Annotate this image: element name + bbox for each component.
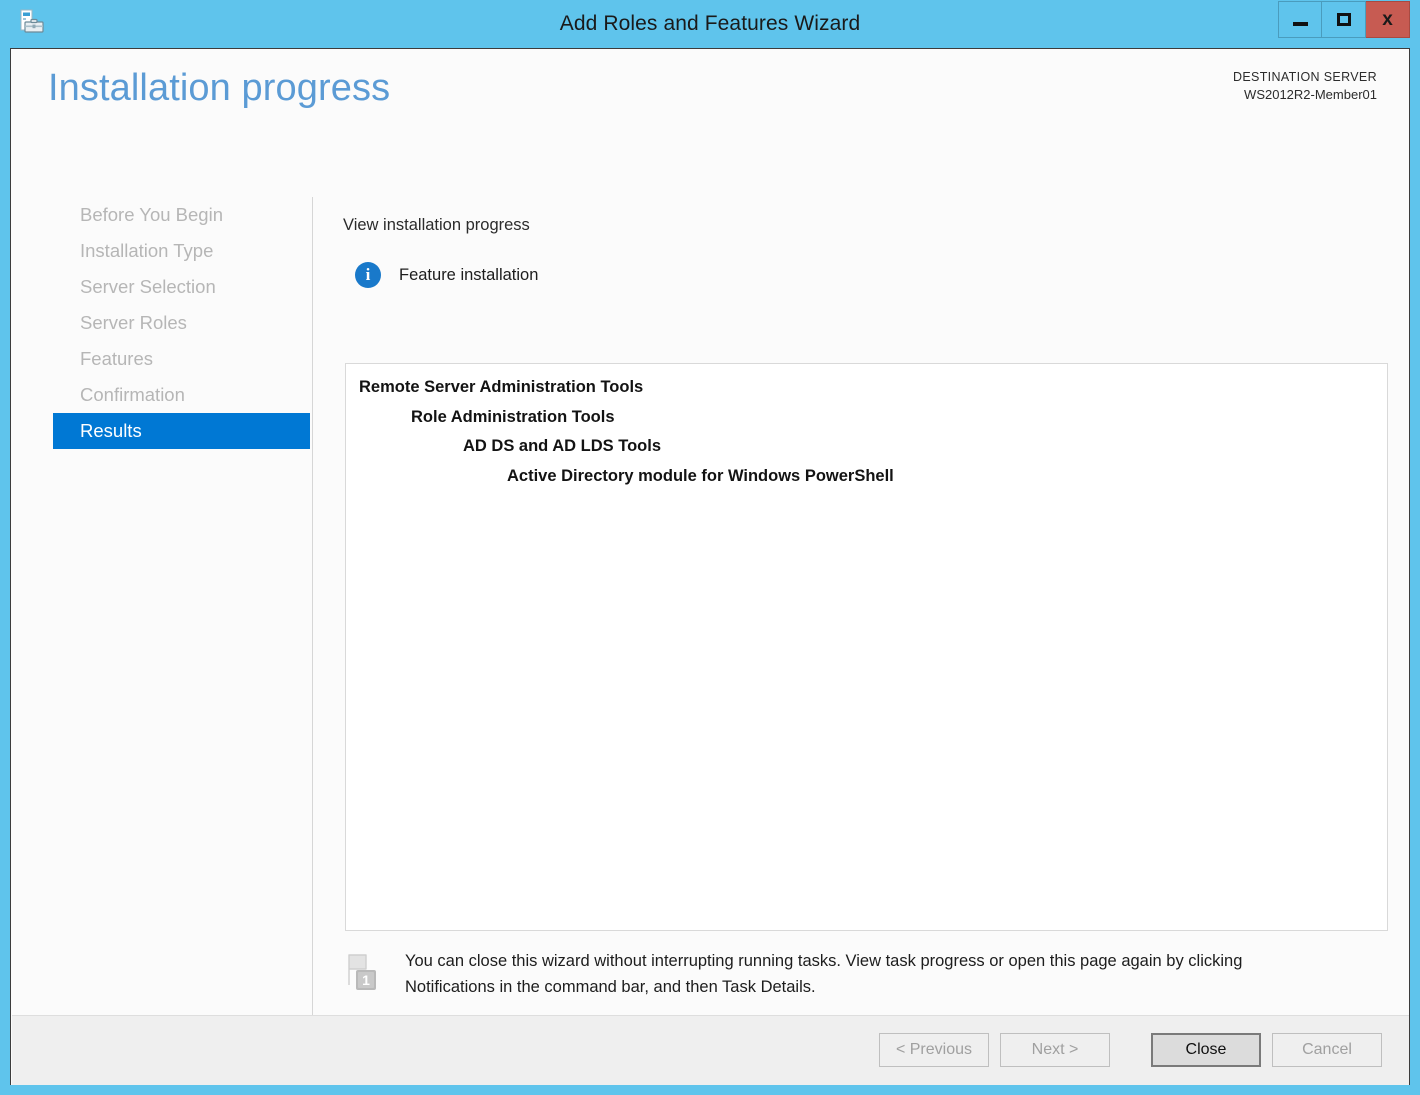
notification-flag-icon: 1 bbox=[345, 952, 379, 992]
svg-text:1: 1 bbox=[362, 972, 370, 988]
sidebar-item-before-you-begin[interactable]: Before You Begin bbox=[53, 197, 310, 233]
results-list-panel[interactable]: Remote Server Administration Tools Role … bbox=[345, 363, 1388, 931]
destination-server-block: DESTINATION SERVER WS2012R2-Member01 bbox=[1233, 68, 1377, 105]
close-icon: x bbox=[1382, 10, 1393, 29]
sidebar-item-label: Before You Begin bbox=[80, 204, 223, 226]
wizard-footer: < Previous Next > Close Cancel bbox=[12, 1015, 1410, 1085]
tree-item: AD DS and AD LDS Tools bbox=[463, 438, 1387, 455]
destination-server-name: WS2012R2-Member01 bbox=[1233, 86, 1377, 105]
wizard-sidebar: Before You Begin Installation Type Serve… bbox=[11, 137, 312, 1065]
minimize-icon bbox=[1293, 22, 1308, 26]
wizard-nav-list: Before You Begin Installation Type Serve… bbox=[11, 137, 312, 449]
close-wizard-button[interactable]: Close bbox=[1151, 1033, 1261, 1067]
sidebar-item-confirmation[interactable]: Confirmation bbox=[53, 377, 310, 413]
close-button[interactable]: x bbox=[1366, 1, 1410, 38]
tree-item: Active Directory module for Windows Powe… bbox=[507, 468, 1387, 485]
content-pane: View installation progress i Feature ins… bbox=[313, 137, 1409, 1065]
destination-server-label: DESTINATION SERVER bbox=[1233, 68, 1377, 86]
page-header: Installation progress DESTINATION SERVER… bbox=[11, 49, 1409, 137]
maximize-button[interactable] bbox=[1322, 1, 1366, 38]
sidebar-item-label: Installation Type bbox=[80, 240, 213, 262]
sidebar-item-label: Features bbox=[80, 348, 153, 370]
sidebar-item-results[interactable]: Results bbox=[53, 413, 310, 449]
title-bar: Add Roles and Features Wizard x bbox=[10, 0, 1410, 48]
info-icon: i bbox=[355, 262, 381, 288]
window-title: Add Roles and Features Wizard bbox=[10, 12, 1410, 36]
tree-item: Remote Server Administration Tools bbox=[359, 379, 1387, 396]
sidebar-item-installation-type[interactable]: Installation Type bbox=[53, 233, 310, 269]
previous-button-label: < Previous bbox=[896, 1041, 972, 1059]
close-button-label: Close bbox=[1186, 1041, 1227, 1059]
cancel-button[interactable]: Cancel bbox=[1272, 1033, 1382, 1067]
sidebar-item-features[interactable]: Features bbox=[53, 341, 310, 377]
minimize-button[interactable] bbox=[1278, 1, 1322, 38]
feature-installation-label: Feature installation bbox=[399, 266, 538, 285]
feature-installation-row: i Feature installation bbox=[355, 262, 538, 288]
feature-tree: Remote Server Administration Tools Role … bbox=[346, 364, 1387, 484]
body-split: Before You Begin Installation Type Serve… bbox=[11, 137, 1409, 1065]
close-wizard-notice: 1 You can close this wizard without inte… bbox=[345, 949, 1365, 1000]
tree-item: Role Administration Tools bbox=[411, 409, 1387, 426]
maximize-icon bbox=[1337, 13, 1351, 26]
client-area: Installation progress DESTINATION SERVER… bbox=[10, 48, 1410, 1085]
notice-text: You can close this wizard without interr… bbox=[405, 949, 1330, 1000]
cancel-button-label: Cancel bbox=[1302, 1041, 1352, 1059]
footer-button-group: < Previous Next > Close Cancel bbox=[879, 1033, 1382, 1067]
view-installation-progress-label: View installation progress bbox=[343, 216, 530, 235]
next-button[interactable]: Next > bbox=[1000, 1033, 1110, 1067]
sidebar-item-server-selection[interactable]: Server Selection bbox=[53, 269, 310, 305]
sidebar-item-label: Server Selection bbox=[80, 276, 216, 298]
next-button-label: Next > bbox=[1032, 1041, 1079, 1059]
previous-button[interactable]: < Previous bbox=[879, 1033, 989, 1067]
sidebar-item-label: Confirmation bbox=[80, 384, 185, 406]
sidebar-item-server-roles[interactable]: Server Roles bbox=[53, 305, 310, 341]
server-wizard-icon bbox=[17, 7, 47, 37]
sidebar-item-label: Results bbox=[80, 420, 142, 442]
window-controls: x bbox=[1278, 1, 1410, 38]
sidebar-item-label: Server Roles bbox=[80, 312, 187, 334]
page-title: Installation progress bbox=[48, 67, 390, 110]
wizard-window: Add Roles and Features Wizard x Installa… bbox=[0, 0, 1420, 1095]
